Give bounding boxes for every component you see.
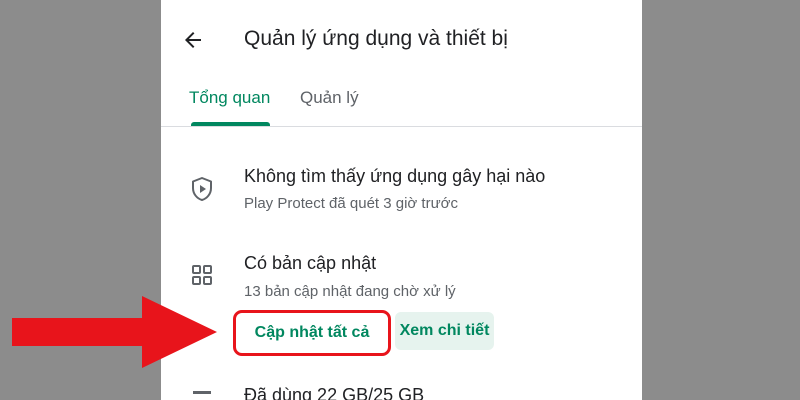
- app-screen: Quản lý ứng dụng và thiết bị Tổng quan Q…: [161, 0, 642, 400]
- storage-row[interactable]: Đã dùng 22 GB/25 GB: [161, 376, 642, 400]
- update-all-button[interactable]: Cập nhật tất cả: [233, 310, 391, 356]
- view-details-button[interactable]: Xem chi tiết: [395, 312, 494, 350]
- arrow-back-icon: [185, 32, 201, 48]
- tab-manage[interactable]: Quản lý: [300, 88, 359, 126]
- play-protect-row[interactable]: Không tìm thấy ứng dụng gây hại nào Play…: [161, 150, 642, 220]
- back-button[interactable]: [175, 22, 211, 58]
- storage-icon: [189, 386, 215, 400]
- top-app-bar: Quản lý ứng dụng và thiết bị: [161, 0, 642, 80]
- play-protect-title: Không tìm thấy ứng dụng gây hại nào: [244, 166, 546, 186]
- play-protect-subtitle: Play Protect đã quét 3 giờ trước: [244, 195, 458, 212]
- red-arrow-pointer-icon: [12, 296, 217, 368]
- storage-title: Đã dùng 22 GB/25 GB: [244, 385, 425, 400]
- updates-subtitle: 13 bản cập nhật đang chờ xử lý: [244, 283, 456, 300]
- updates-row[interactable]: Có bản cập nhật 13 bản cập nhật đang chờ…: [161, 240, 642, 306]
- updates-title: Có bản cập nhật: [244, 253, 377, 273]
- active-tab-indicator: [191, 122, 270, 126]
- tab-bar: Tổng quan Quản lý: [161, 80, 642, 127]
- play-protect-shield-icon: [189, 176, 215, 202]
- apps-grid-icon: [189, 262, 215, 288]
- page-title: Quản lý ứng dụng và thiết bị: [244, 27, 508, 50]
- tab-overview[interactable]: Tổng quan: [189, 88, 270, 126]
